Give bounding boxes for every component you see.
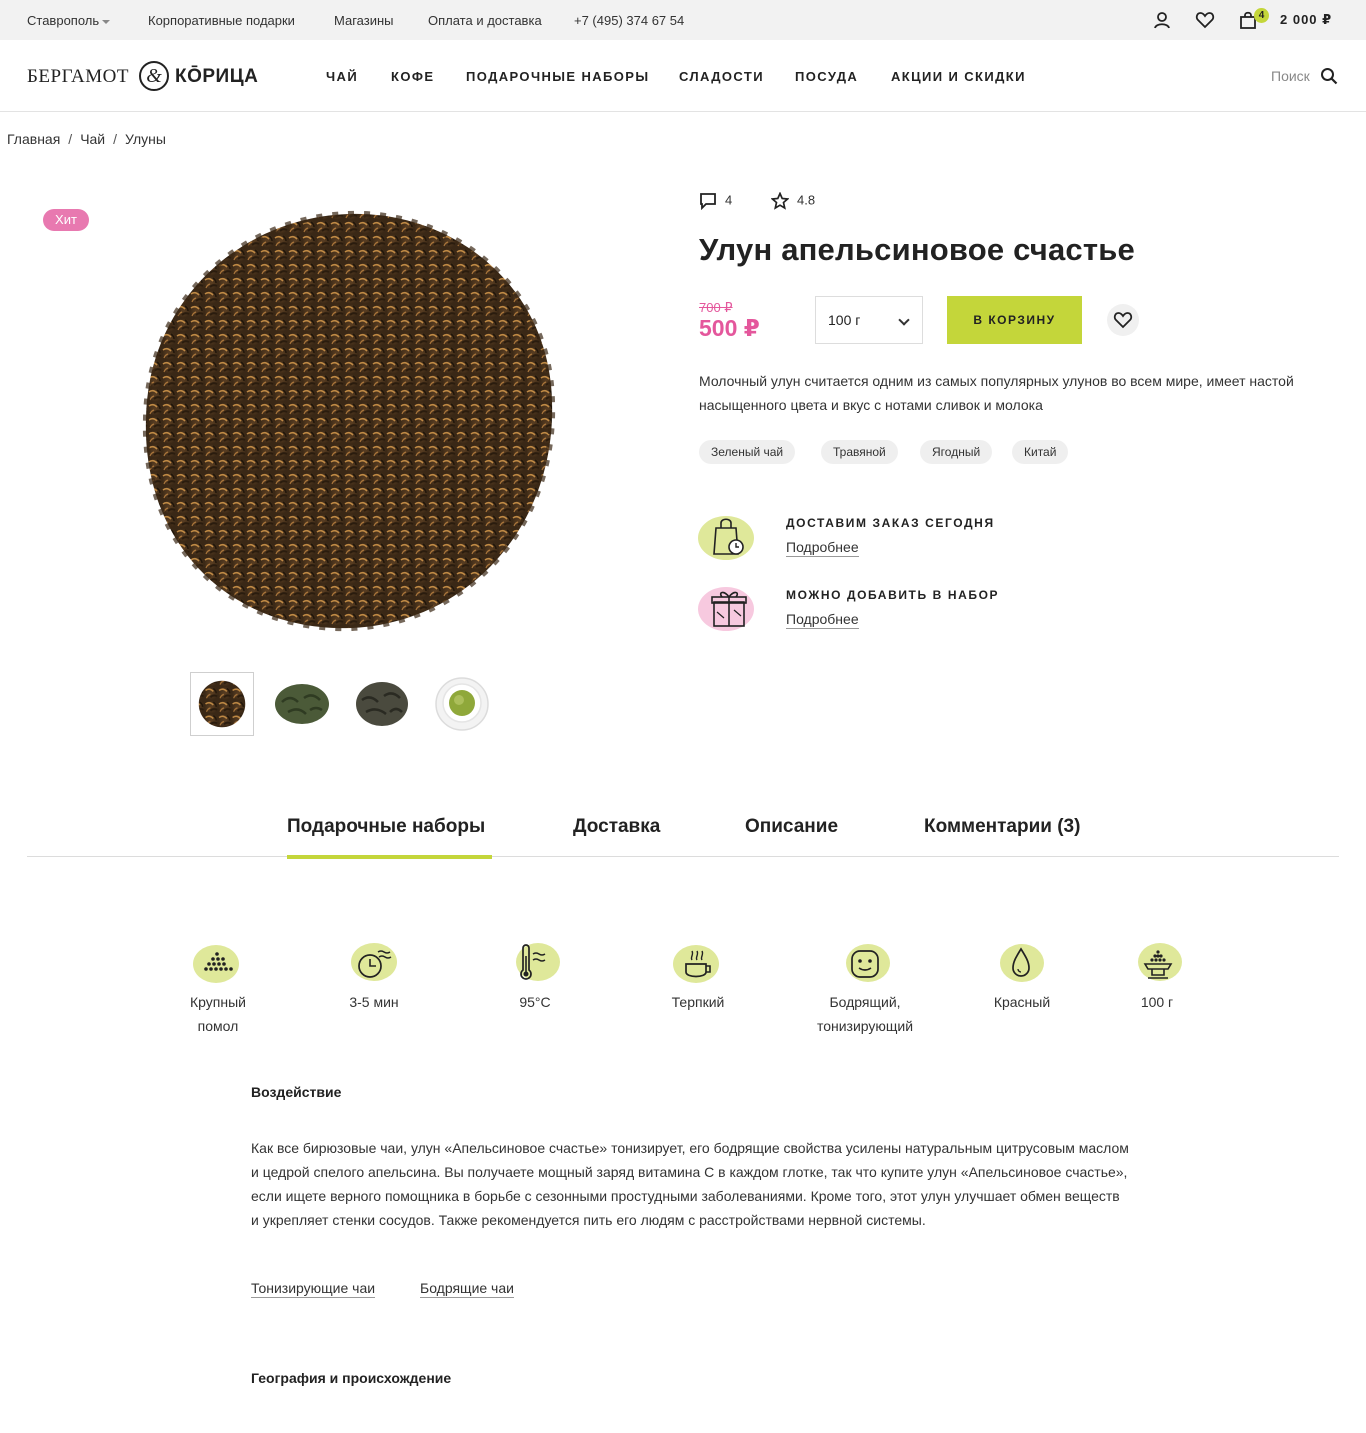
link-invigorating-teas[interactable]: Бодрящие чаи xyxy=(420,1280,514,1298)
tab-comments[interactable]: Комментарии (3) xyxy=(924,816,1080,838)
tab-gift-sets[interactable]: Подарочные наборы xyxy=(287,816,485,838)
stores-link[interactable]: Магазины xyxy=(334,13,394,28)
breadcrumb-tea[interactable]: Чай xyxy=(80,131,105,147)
tag-berry[interactable]: Ягодный xyxy=(920,440,993,464)
feature-title-delivery: ДОСТАВИМ ЗАКАЗ СЕГОДНЯ xyxy=(786,516,995,530)
char-weight: 100 г xyxy=(1140,994,1174,1010)
price: 500 ₽ xyxy=(699,315,760,341)
product-description: Молочный улун считается одним из самых п… xyxy=(699,373,1294,413)
cart-count-badge: 4 xyxy=(1254,8,1269,23)
comments-count-value: 4 xyxy=(725,192,733,208)
old-price: 700 ₽ xyxy=(699,300,733,315)
hit-badge: Хит xyxy=(43,209,89,231)
top-bar: Ставрополь Корпоративные подарки Магазин… xyxy=(0,0,1366,40)
breadcrumb-separator: / xyxy=(68,131,73,147)
header: БЕРГАМОТ & КŌРИЦА ЧАЙ КОФЕ ПОДАРОЧНЫЕ НА… xyxy=(0,40,1366,112)
feature-title-set: МОЖНО ДОБАВИТЬ В НАБОР xyxy=(786,588,1000,602)
char-brew-time: 3-5 мин xyxy=(349,994,399,1010)
brew-time-icon xyxy=(351,943,397,981)
tabs-divider xyxy=(27,856,1339,857)
char-effect: Бодрящий, тонизирующий xyxy=(816,994,914,1034)
smiley-icon xyxy=(846,944,890,982)
active-tab-indicator xyxy=(287,855,492,859)
tab-delivery[interactable]: Доставка xyxy=(573,816,660,838)
rating-value: 4.8 xyxy=(797,192,816,208)
breadcrumb-separator: / xyxy=(113,131,118,147)
scale-icon xyxy=(1138,943,1182,981)
rating: 4.8 xyxy=(770,191,816,210)
payment-delivery-link[interactable]: Оплата и доставка xyxy=(428,13,542,28)
link-tonic-teas[interactable]: Тонизирующие чаи xyxy=(251,1280,376,1298)
nav-coffee[interactable]: КОФЕ xyxy=(391,69,434,84)
search-input[interactable]: Поиск xyxy=(1271,68,1310,84)
effect-text: Как все бирюзовые чаи, улун «Апельсиново… xyxy=(251,1140,1129,1228)
gift-box-icon xyxy=(698,587,754,631)
favorite-button[interactable] xyxy=(1107,304,1139,336)
city-label: Ставрополь xyxy=(27,13,100,28)
feature-link-set[interactable]: Подробнее xyxy=(786,611,859,629)
char-temperature: 95°С xyxy=(519,994,551,1010)
chevron-down-icon xyxy=(898,314,910,326)
thumbnail-1[interactable] xyxy=(190,672,254,736)
tab-description[interactable]: Описание xyxy=(745,816,838,838)
thumbnail-3[interactable] xyxy=(350,672,414,736)
user-icon[interactable] xyxy=(1152,10,1172,30)
effect-title: Воздействие xyxy=(251,1084,342,1100)
thumbnail-2[interactable] xyxy=(270,672,334,736)
add-to-cart-button[interactable]: В КОРЗИНУ xyxy=(947,296,1082,344)
product-title: Улун апельсиновое счастье xyxy=(699,232,1135,267)
breadcrumb-oolong[interactable]: Улуны xyxy=(125,131,166,147)
chevron-down-icon xyxy=(102,19,111,24)
tag-green-tea[interactable]: Зеленый чай xyxy=(699,440,796,464)
char-color: Красный xyxy=(993,994,1051,1010)
nav-tableware[interactable]: ПОСУДА xyxy=(795,69,858,84)
feature-link-delivery[interactable]: Подробнее xyxy=(786,539,859,557)
breadcrumb: Главная / Чай / Улуны xyxy=(7,131,166,147)
comment-icon xyxy=(700,193,716,211)
search-icon[interactable] xyxy=(1320,67,1338,85)
weight-select[interactable]: 100 г xyxy=(815,296,923,344)
cup-steam-icon xyxy=(673,945,719,983)
thermometer-icon xyxy=(516,943,560,981)
breadcrumb-home[interactable]: Главная xyxy=(7,131,60,147)
geography-title: География и происхождение xyxy=(251,1370,452,1386)
nav-gift-sets[interactable]: ПОДАРОЧНЫЕ НАБОРЫ xyxy=(466,69,650,84)
phone-link[interactable]: +7 (495) 374 67 54 xyxy=(574,13,684,28)
logo-ampersand: & xyxy=(139,61,169,91)
char-taste: Терпкий xyxy=(671,994,725,1010)
logo-text-left: БЕРГАМОТ xyxy=(27,66,129,87)
shopping-bag-clock-icon xyxy=(698,516,754,560)
tag-china[interactable]: Китай xyxy=(1012,440,1069,464)
nav-sweets[interactable]: СЛАДОСТИ xyxy=(679,69,764,84)
thumbnail-4[interactable] xyxy=(430,672,494,736)
product-image xyxy=(142,210,556,632)
logo-text-right: КŌРИЦА xyxy=(175,66,259,87)
grind-icon xyxy=(193,945,239,983)
star-icon xyxy=(770,191,790,210)
weight-select-value: 100 г xyxy=(828,312,861,328)
drop-icon xyxy=(1000,944,1044,982)
tag-herbal[interactable]: Травяной xyxy=(821,440,898,464)
city-selector[interactable]: Ставрополь xyxy=(27,13,111,28)
char-grind: Крупный помол xyxy=(190,994,246,1034)
corporate-gifts-link[interactable]: Корпоративные подарки xyxy=(148,13,295,28)
heart-icon xyxy=(1113,312,1133,329)
nav-tea[interactable]: ЧАЙ xyxy=(326,69,358,84)
cart-total[interactable]: 2 000 ₽ xyxy=(1280,12,1332,28)
logo[interactable]: БЕРГАМОТ & КŌРИЦА xyxy=(27,59,267,93)
heart-icon[interactable] xyxy=(1195,10,1215,30)
comments-count[interactable]: 4 xyxy=(699,192,733,211)
nav-sales[interactable]: АКЦИИ И СКИДКИ xyxy=(891,69,1026,84)
